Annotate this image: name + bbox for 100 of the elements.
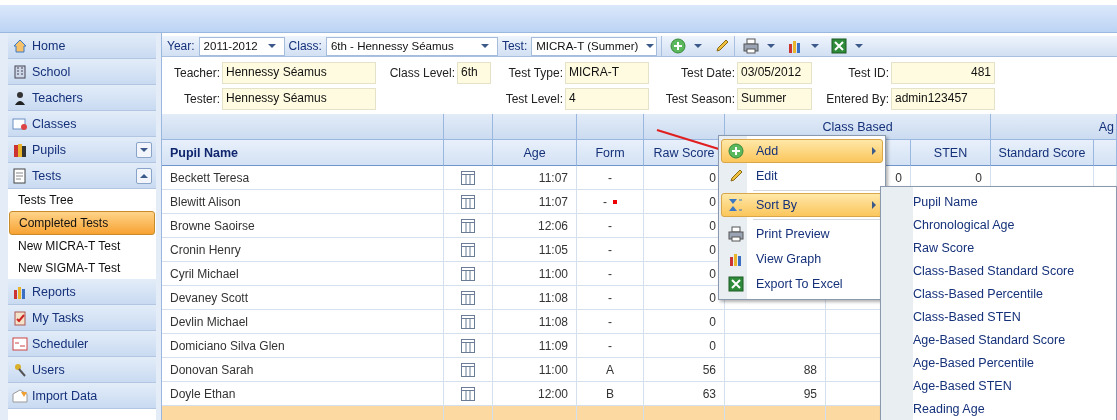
menu-item[interactable]: Class-Based Percentile bbox=[881, 282, 1116, 305]
nav-subitem[interactable]: Completed Tests bbox=[9, 211, 156, 235]
column-header[interactable]: Pupil Name bbox=[162, 140, 444, 166]
nav-subitem[interactable]: New MICRA-T Test bbox=[9, 235, 156, 257]
plus-circle-icon[interactable] bbox=[670, 38, 687, 54]
read-only-field[interactable]: 4 bbox=[565, 88, 649, 110]
field-label: Class Level: bbox=[388, 66, 455, 80]
form-icon[interactable] bbox=[461, 194, 475, 209]
form-icon[interactable] bbox=[461, 314, 475, 329]
menu-item[interactable]: Add bbox=[721, 139, 883, 163]
read-only-field[interactable]: Hennessy Séamus bbox=[222, 62, 376, 84]
menu-item[interactable]: Pupil Name bbox=[881, 190, 1116, 213]
table-cell: - bbox=[603, 194, 607, 209]
nav-item[interactable]: Scheduler bbox=[8, 331, 157, 357]
spreadsheet-icon[interactable] bbox=[831, 38, 848, 54]
nav-item[interactable]: Import Data bbox=[8, 383, 157, 409]
field-label: Test Date: bbox=[679, 66, 735, 80]
pencil-icon[interactable] bbox=[714, 38, 731, 54]
table-cell: 0 bbox=[709, 218, 716, 233]
collapse-button[interactable] bbox=[136, 167, 153, 184]
column-header[interactable]: STEN bbox=[911, 140, 991, 166]
caret-icon bbox=[140, 147, 149, 152]
menu-item[interactable]: Print Preview bbox=[721, 222, 883, 246]
filter-label: Test: bbox=[501, 39, 528, 53]
menu-item[interactable]: Raw Score bbox=[881, 236, 1116, 259]
table-cell: Beckett Teresa bbox=[170, 170, 250, 185]
table-cell: Cyril Michael bbox=[170, 266, 239, 281]
caret-icon[interactable] bbox=[480, 44, 489, 48]
menu-item[interactable]: Class-Based STEN bbox=[881, 305, 1116, 328]
column-header[interactable]: Form bbox=[577, 140, 644, 166]
table-cell: 0 bbox=[709, 242, 716, 257]
document-icon bbox=[12, 167, 28, 184]
nav-subitem[interactable]: Tests Tree bbox=[9, 189, 156, 211]
table-cell: - bbox=[608, 314, 612, 329]
table-cell: Cronin Henry bbox=[170, 242, 241, 257]
read-only-field[interactable]: 481 bbox=[891, 62, 995, 84]
menu-item[interactable]: Age-Based Standard Score bbox=[881, 328, 1116, 351]
read-only-field[interactable]: Summer bbox=[737, 88, 812, 110]
column-header[interactable]: Age bbox=[493, 140, 577, 166]
nav-subitem[interactable]: New SIGMA-T Test bbox=[9, 257, 156, 279]
table-cell: 88 bbox=[803, 362, 817, 377]
dropdown[interactable]: MICRA-T (Summer) bbox=[531, 36, 658, 56]
menu-item[interactable]: Export To Excel bbox=[721, 272, 883, 296]
menu-item[interactable]: Age-Based Percentile bbox=[881, 351, 1116, 374]
table-cell: - bbox=[608, 266, 612, 281]
table-cell: 0 bbox=[709, 266, 716, 281]
nav-item[interactable]: Pupils bbox=[8, 137, 157, 163]
table-cell: 11:09 bbox=[538, 338, 568, 353]
nav-item[interactable]: School bbox=[8, 59, 157, 85]
nav-item[interactable]: Classes bbox=[8, 111, 157, 137]
read-only-field[interactable]: admin123457 bbox=[891, 88, 995, 110]
nav-item[interactable]: Reports bbox=[8, 279, 157, 305]
menu-item[interactable]: View Graph bbox=[721, 247, 883, 271]
printer-icon[interactable] bbox=[743, 38, 760, 54]
table-cell: Blewitt Alison bbox=[170, 194, 241, 209]
read-only-field[interactable]: Hennessy Séamus bbox=[222, 88, 376, 110]
form-icon[interactable] bbox=[461, 170, 475, 185]
nav-item[interactable]: Home bbox=[8, 33, 157, 59]
read-only-field[interactable]: 6th bbox=[457, 62, 491, 84]
bar-chart-icon bbox=[728, 251, 744, 267]
read-only-field[interactable]: MICRA-T bbox=[565, 62, 649, 84]
menu-item[interactable]: Age-Based STEN bbox=[881, 374, 1116, 397]
caret-icon[interactable] bbox=[694, 44, 703, 48]
dropdown[interactable]: 2011-2012 bbox=[198, 36, 285, 56]
menu-item[interactable]: Sort By bbox=[721, 193, 883, 217]
form-icon[interactable] bbox=[461, 386, 475, 401]
clipboard-icon bbox=[12, 309, 28, 326]
form-icon[interactable] bbox=[461, 242, 475, 257]
form-icon[interactable] bbox=[461, 290, 475, 305]
form-icon[interactable] bbox=[461, 338, 475, 353]
table-cell: 12:06 bbox=[537, 218, 568, 233]
caret-icon[interactable] bbox=[646, 44, 655, 48]
table-cell: Devlin Michael bbox=[170, 314, 249, 329]
dropdown[interactable]: 6th - Hennessy Séamus bbox=[325, 36, 498, 56]
table-cell: Donovan Sarah bbox=[170, 362, 254, 377]
read-only-field[interactable]: 03/05/2012 bbox=[737, 62, 812, 84]
nav-item[interactable]: Tests bbox=[8, 163, 157, 189]
menu-item[interactable]: Edit bbox=[721, 164, 883, 188]
table-cell: 0 bbox=[975, 170, 982, 185]
nav-item[interactable]: Teachers bbox=[8, 85, 157, 111]
table-cell: 12:00 bbox=[537, 386, 568, 401]
menu-item[interactable]: Class-Based Standard Score bbox=[881, 259, 1116, 282]
plus-circle-icon bbox=[728, 143, 744, 159]
building-icon bbox=[12, 63, 28, 80]
filter-label: Year: bbox=[167, 39, 195, 53]
printer-icon bbox=[728, 226, 744, 242]
form-icon[interactable] bbox=[461, 266, 475, 281]
menu-item[interactable]: Reading Age bbox=[881, 397, 1116, 420]
caret-icon[interactable] bbox=[855, 44, 864, 48]
nav-item[interactable]: My Tasks bbox=[8, 305, 157, 331]
expand-button[interactable] bbox=[136, 141, 153, 158]
caret-icon[interactable] bbox=[267, 44, 276, 48]
caret-icon[interactable] bbox=[811, 44, 820, 48]
form-icon[interactable] bbox=[461, 362, 475, 377]
menu-item[interactable]: Chronological Age bbox=[881, 213, 1116, 236]
table-cell: 11:05 bbox=[538, 242, 568, 257]
caret-icon[interactable] bbox=[767, 44, 776, 48]
column-header[interactable]: Standard Score bbox=[991, 140, 1094, 166]
form-icon[interactable] bbox=[461, 218, 475, 233]
nav-item[interactable]: Users bbox=[8, 357, 157, 383]
